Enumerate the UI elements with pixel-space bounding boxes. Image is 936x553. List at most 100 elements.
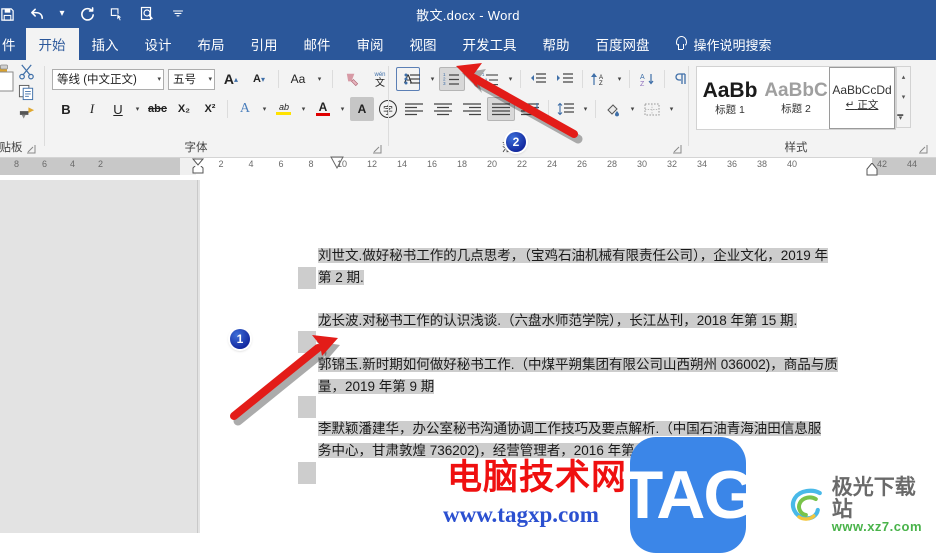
copy-icon[interactable]: [18, 84, 35, 106]
change-case-button[interactable]: Aa: [286, 67, 310, 91]
shading-button[interactable]: [600, 97, 626, 121]
tab-mailings[interactable]: 邮件: [291, 28, 344, 60]
style-heading-1[interactable]: AaBb 标题 1: [697, 67, 763, 129]
multilevel-dropdown-icon[interactable]: ▾: [505, 67, 516, 91]
borders-dropdown-icon[interactable]: ▾: [666, 97, 677, 121]
clipboard-dialog-launcher[interactable]: [26, 144, 36, 154]
divider: [595, 100, 596, 118]
tab-file[interactable]: 件: [0, 28, 26, 60]
numbering-dropdown-icon[interactable]: ▾: [466, 67, 477, 91]
styles-dialog-launcher[interactable]: [918, 144, 928, 154]
styles-more-icon[interactable]: ▾ ▬: [897, 108, 910, 127]
borders-button[interactable]: [639, 97, 665, 121]
change-case-dropdown-icon[interactable]: ▾: [314, 67, 325, 91]
tab-review[interactable]: 审阅: [344, 28, 397, 60]
text-highlight-icon[interactable]: ab: [272, 97, 296, 121]
divider: [332, 70, 333, 88]
text-effects-icon[interactable]: A: [233, 97, 257, 121]
style-heading-2[interactable]: AaBbC 标题 2: [763, 67, 829, 129]
font-dialog-launcher[interactable]: [372, 144, 382, 154]
shading-dropdown-icon[interactable]: ▾: [627, 97, 638, 121]
strikethrough-button[interactable]: abc: [145, 97, 170, 121]
styles-scroll-up-icon[interactable]: ▴: [897, 67, 910, 86]
justify-button[interactable]: [487, 97, 515, 121]
text-effects-dropdown-icon[interactable]: ▾: [259, 97, 270, 121]
align-right-button[interactable]: [458, 97, 486, 121]
sort-az-button[interactable]: AZ: [634, 67, 660, 91]
right-indent-marker[interactable]: [864, 163, 882, 177]
clear-formatting-icon[interactable]: [340, 67, 364, 91]
increase-indent-button[interactable]: [552, 67, 578, 91]
line-spacing-dropdown-icon[interactable]: ▾: [580, 97, 591, 121]
paragraph-dialog-launcher[interactable]: [672, 144, 682, 154]
horizontal-ruler[interactable]: 2 4 6 8 10 12 14 16 18 20 22 24 26 28 30…: [191, 156, 936, 177]
font-size-combo[interactable]: 五号 ▾: [168, 68, 215, 90]
ruler-left-margin[interactable]: 8 6 4 2: [0, 158, 196, 175]
ruler-tick: 36: [726, 159, 738, 169]
paragraph-line: 郭锦玉.新时期如何做好秘书工作.（中煤平朔集团有限公司山西朔州 036002)，…: [200, 354, 936, 376]
tab-home[interactable]: 开始: [25, 28, 79, 60]
tab-baidu-netdisk[interactable]: 百度网盘: [583, 28, 663, 60]
shrink-font-button[interactable]: A ▾: [247, 67, 271, 91]
chevron-down-icon[interactable]: ▾: [205, 75, 212, 83]
decrease-indent-button[interactable]: [525, 67, 551, 91]
styles-scroll[interactable]: ▴ ▾ ▾ ▬: [896, 66, 911, 128]
format-painter-icon[interactable]: [18, 105, 36, 126]
tab-design[interactable]: 设计: [132, 28, 185, 60]
touch-mode-icon[interactable]: [102, 0, 132, 28]
font-color-dropdown-icon[interactable]: ▾: [337, 97, 348, 121]
document-paragraph[interactable]: 龙长波.对秘书工作的认识浅谈.（六盘水师范学院），长江丛刊，2018 年第 15…: [200, 310, 936, 332]
italic-button[interactable]: I: [80, 97, 104, 121]
tab-view[interactable]: 视图: [397, 28, 450, 60]
print-preview-icon[interactable]: [132, 0, 162, 28]
cut-icon[interactable]: [18, 63, 35, 85]
sort-dropdown-icon[interactable]: ▾: [614, 67, 625, 91]
style-name: 标题 2: [781, 102, 811, 115]
svg-text:Z: Z: [599, 81, 603, 86]
tell-me-search[interactable]: 操作说明搜索: [663, 28, 772, 60]
left-indent-marker[interactable]: [190, 166, 208, 178]
style-normal[interactable]: AaBbCcDd ↵ 正文: [829, 67, 895, 129]
tab-references[interactable]: 引用: [238, 28, 291, 60]
tab-stop-marker[interactable]: [327, 156, 347, 172]
subscript-button[interactable]: X₂: [172, 97, 196, 121]
bullets-button[interactable]: [400, 67, 426, 91]
chevron-down-icon[interactable]: ▾: [154, 75, 161, 83]
bold-button[interactable]: B: [54, 97, 78, 121]
highlight-dropdown-icon[interactable]: ▾: [298, 97, 309, 121]
undo-dropdown-icon[interactable]: ▾: [52, 0, 72, 28]
font-color-icon[interactable]: A: [311, 97, 335, 121]
downloader-name: 极光下载站: [831, 475, 916, 522]
underline-dropdown-icon[interactable]: ▾: [132, 97, 143, 121]
align-left-button[interactable]: [400, 97, 428, 121]
numbering-button[interactable]: 123: [439, 67, 465, 91]
tab-developer[interactable]: 开发工具: [450, 28, 530, 60]
divider: [226, 100, 228, 118]
tab-help[interactable]: 帮助: [530, 28, 583, 60]
font-name-combo[interactable]: 等线 (中文正文) ▾: [52, 68, 164, 90]
font-size-value: 五号: [173, 74, 196, 86]
tab-layout[interactable]: 布局: [185, 28, 238, 60]
save-icon[interactable]: [0, 0, 22, 28]
document-paragraph[interactable]: 刘世文.做好秘书工作的几点思考，（宝鸡石油机械有限责任公司），企业文化，2019…: [200, 245, 936, 289]
line-spacing-button[interactable]: [553, 97, 579, 121]
sort-button[interactable]: AZ: [587, 67, 613, 91]
bullets-dropdown-icon[interactable]: ▾: [427, 67, 438, 91]
underline-button[interactable]: U: [106, 97, 130, 121]
ruler-tick: 8: [14, 159, 20, 169]
ruler-tick: 24: [546, 159, 558, 169]
redo-icon[interactable]: [72, 0, 102, 28]
undo-icon[interactable]: [22, 0, 52, 28]
style-name-text: 正文: [857, 99, 879, 111]
multilevel-list-button[interactable]: 1ai: [478, 67, 504, 91]
superscript-button[interactable]: X²: [198, 97, 222, 121]
grow-font-button[interactable]: A ▴: [219, 67, 243, 91]
tab-insert[interactable]: 插入: [79, 28, 132, 60]
document-paragraph[interactable]: 郭锦玉.新时期如何做好秘书工作.（中煤平朔集团有限公司山西朔州 036002)，…: [200, 354, 936, 398]
character-shading-icon[interactable]: A: [349, 97, 374, 121]
align-center-button[interactable]: [429, 97, 457, 121]
customize-qat-icon[interactable]: [168, 0, 188, 28]
styles-scroll-down-icon[interactable]: ▾: [897, 88, 910, 107]
paste-icon[interactable]: [0, 64, 18, 99]
distribute-button[interactable]: [516, 97, 544, 121]
